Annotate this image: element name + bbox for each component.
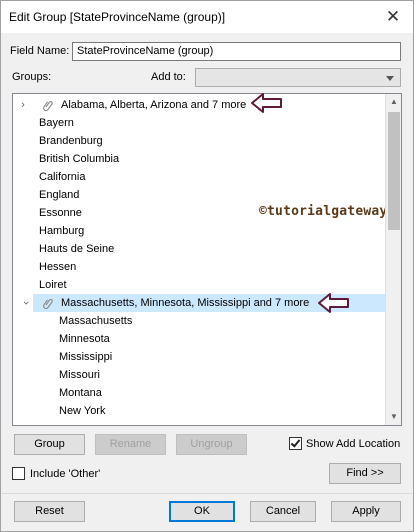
- chevron-down-icon: [386, 76, 394, 81]
- tree-item[interactable]: British Columbia: [39, 150, 119, 168]
- vertical-scrollbar[interactable]: ▲ ▼: [385, 94, 401, 425]
- ungroup-button[interactable]: Ungroup: [176, 434, 247, 455]
- tree-item[interactable]: Essonne: [39, 204, 82, 222]
- tree-item-partial[interactable]: [59, 420, 62, 425]
- watermark: ©tutorialgateway.org: [259, 204, 401, 219]
- include-other-checkbox[interactable]: [12, 467, 25, 480]
- rename-button[interactable]: Rename: [95, 434, 166, 455]
- paperclip-icon: [43, 100, 53, 111]
- scroll-up-icon[interactable]: ▲: [386, 94, 401, 110]
- tree-item[interactable]: Hessen: [39, 258, 76, 276]
- tree-item[interactable]: Loiret: [39, 276, 67, 294]
- tree-item[interactable]: Montana: [59, 384, 102, 402]
- tree-item[interactable]: Missouri: [59, 366, 100, 384]
- tree-item[interactable]: Hauts de Seine: [39, 240, 114, 258]
- tree-item[interactable]: Minnesota: [59, 330, 110, 348]
- cancel-button[interactable]: Cancel: [250, 501, 316, 522]
- tree-item[interactable]: Mississippi: [59, 348, 112, 366]
- scroll-thumb[interactable]: [388, 112, 400, 230]
- groups-label: Groups:: [12, 71, 52, 83]
- close-icon[interactable]: ✕: [383, 7, 403, 27]
- chevron-right-icon[interactable]: ›: [17, 96, 29, 114]
- show-add-location-checkbox[interactable]: [289, 437, 302, 450]
- tree-item[interactable]: England: [39, 186, 79, 204]
- tree-item[interactable]: Bayern: [39, 114, 74, 132]
- add-to-dropdown[interactable]: [195, 68, 401, 87]
- title-bar: Edit Group [StateProvinceName (group)] ✕: [1, 1, 413, 33]
- paperclip-icon: [43, 298, 53, 309]
- add-to-label: Add to:: [151, 71, 186, 83]
- tree-group-row[interactable]: › Alabama, Alberta, Arizona and 7 more: [13, 96, 387, 114]
- tree-item[interactable]: Hamburg: [39, 222, 84, 240]
- field-name-input[interactable]: StateProvinceName (group): [72, 42, 401, 61]
- chevron-down-icon[interactable]: ›: [14, 297, 32, 309]
- include-other-label: Include 'Other': [30, 468, 101, 480]
- scroll-down-icon[interactable]: ▼: [386, 409, 401, 425]
- tree-item[interactable]: Brandenburg: [39, 132, 103, 150]
- check-icon: [290, 437, 301, 448]
- field-name-label: Field Name:: [10, 45, 70, 57]
- find-button[interactable]: Find >>: [329, 463, 401, 484]
- edit-group-dialog: Edit Group [StateProvinceName (group)] ✕…: [0, 0, 414, 532]
- group-button[interactable]: Group: [14, 434, 85, 455]
- tree-group-label: Alabama, Alberta, Arizona and 7 more: [61, 99, 247, 111]
- window-title: Edit Group [StateProvinceName (group)]: [9, 10, 226, 24]
- groups-tree[interactable]: › Alabama, Alberta, Arizona and 7 more B…: [12, 93, 402, 426]
- show-add-location-label: Show Add Location: [306, 438, 401, 450]
- divider: [2, 493, 412, 494]
- apply-button[interactable]: Apply: [331, 501, 401, 522]
- ok-button[interactable]: OK: [169, 501, 235, 522]
- tree-group-label: Massachusetts, Minnesota, Mississippi an…: [61, 297, 310, 309]
- tree-item[interactable]: California: [39, 168, 85, 186]
- tree-item[interactable]: Massachusetts: [59, 312, 132, 330]
- annotation-arrow-icon: [318, 293, 349, 313]
- tree-item[interactable]: New York: [59, 402, 105, 420]
- annotation-arrow-icon: [251, 93, 282, 113]
- reset-button[interactable]: Reset: [14, 501, 85, 522]
